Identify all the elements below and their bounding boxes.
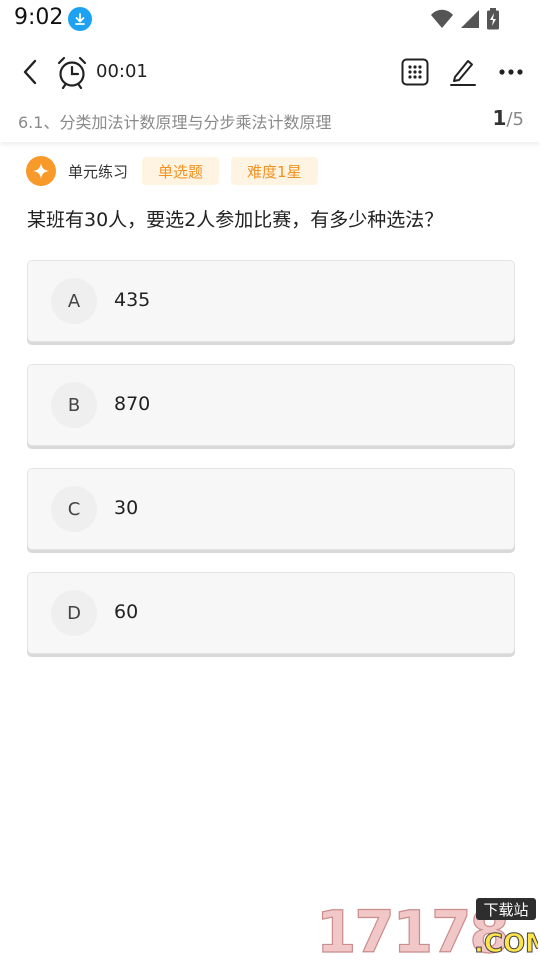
wifi-icon <box>430 9 454 33</box>
option-c[interactable]: C 30 <box>27 468 515 550</box>
alarm-clock-icon <box>55 55 89 90</box>
sparkle-icon <box>26 156 56 186</box>
option-text: 30 <box>114 497 139 519</box>
option-letter: A <box>51 278 97 324</box>
status-icons <box>430 8 500 34</box>
question-meta: 单元练习 单选题 难度1星 <box>26 156 318 186</box>
option-d[interactable]: D 60 <box>27 572 515 654</box>
battery-icon <box>486 8 500 34</box>
option-letter: D <box>51 590 97 636</box>
chapter-title: 6.1、分类加法计数原理与分步乘法计数原理 <box>18 113 332 132</box>
page-counter: 1/5 <box>493 106 524 130</box>
back-button[interactable] <box>16 56 44 88</box>
download-icon <box>68 7 92 31</box>
answer-sheet-button[interactable] <box>400 56 430 88</box>
svg-text:.COM: .COM <box>474 929 538 958</box>
chapter-bar: 6.1、分类加法计数原理与分步乘法计数原理 1/5 <box>0 98 540 142</box>
question-type-tag: 单选题 <box>142 157 220 185</box>
page-total: /5 <box>506 109 524 130</box>
option-text: 435 <box>114 289 151 311</box>
question-text: 某班有30人，要选2人参加比赛，有多少种选法？ <box>27 209 444 231</box>
more-dots-icon <box>499 69 523 75</box>
option-a[interactable]: A 435 <box>27 260 515 342</box>
answer-options: A 435 B 870 C 30 D 60 <box>27 260 515 676</box>
pencil-icon <box>450 60 476 86</box>
more-button[interactable] <box>496 56 526 88</box>
page-current: 1 <box>492 106 507 130</box>
option-letter: C <box>51 486 97 532</box>
option-text: 60 <box>114 601 139 623</box>
status-bar: 9:02 <box>0 0 540 36</box>
timer-text: 00:01 <box>96 61 148 82</box>
toolbar: 00:01 <box>0 48 540 96</box>
difficulty-tag: 难度1星 <box>231 157 318 185</box>
svg-text:下载站: 下载站 <box>483 901 528 919</box>
option-b[interactable]: B 870 <box>27 364 515 446</box>
option-letter: B <box>51 382 97 428</box>
watermark-logo: 17178 下载站 .COM <box>315 897 538 958</box>
unit-label: 单元练习 <box>68 162 129 181</box>
signal-icon <box>460 9 480 33</box>
status-time: 9:02 <box>14 5 64 30</box>
option-text: 870 <box>114 393 151 415</box>
grid-icon <box>401 58 429 86</box>
back-arrow-icon <box>23 59 37 85</box>
edit-note-button[interactable] <box>448 56 478 88</box>
